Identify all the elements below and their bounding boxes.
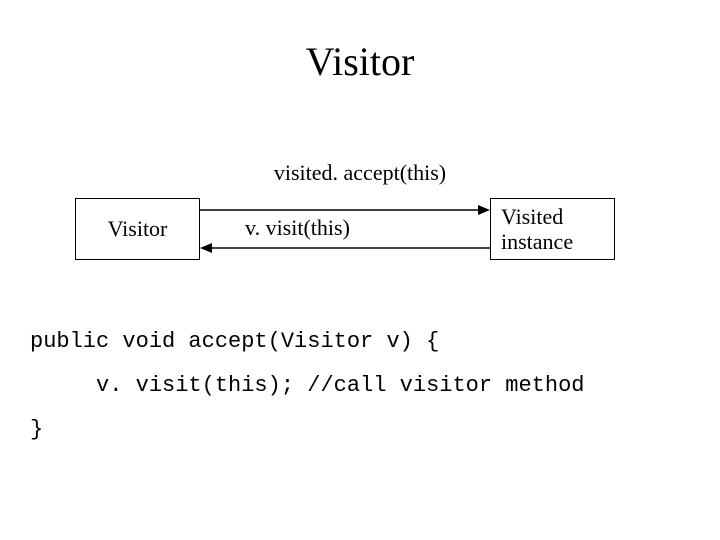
visitor-box: Visitor	[75, 198, 200, 260]
top-arrow-label: visited. accept(this)	[0, 160, 720, 186]
visitor-box-label: Visitor	[108, 216, 168, 242]
visited-box: Visited instance	[490, 198, 615, 260]
slide-title: Visitor	[0, 38, 720, 85]
code-block: public void accept(Visitor v) { v. visit…	[30, 320, 585, 452]
visited-box-label: Visited instance	[501, 204, 604, 255]
code-line-1: public void accept(Visitor v) {	[30, 329, 439, 354]
code-line-3: }	[30, 417, 43, 442]
code-line-2: v. visit(this); //call visitor method	[30, 373, 585, 398]
mid-arrow-label: v. visit(this)	[245, 215, 350, 241]
